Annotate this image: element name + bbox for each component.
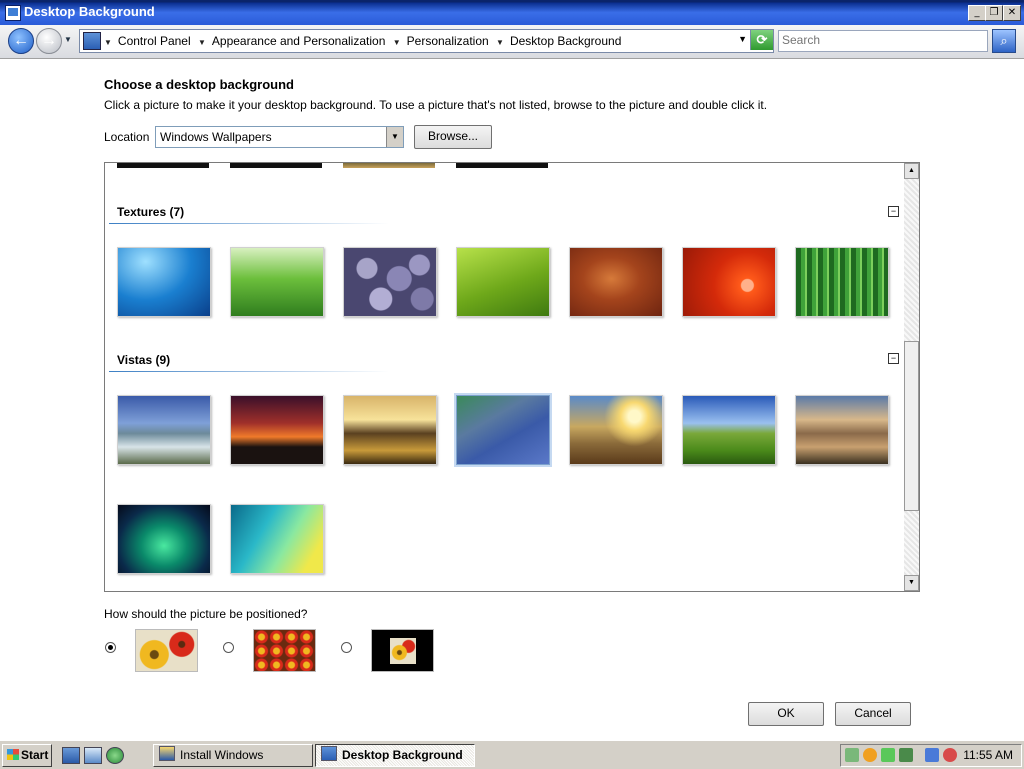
back-button[interactable]: ← xyxy=(8,28,34,54)
breadcrumb-separator-icon[interactable]: ▼ xyxy=(198,38,206,47)
clock[interactable]: 11:55 AM xyxy=(963,748,1013,762)
desktop-background-icon xyxy=(321,746,337,761)
search-icon: ⌕ xyxy=(1000,33,1008,48)
thumbnail-green-bamboo[interactable] xyxy=(795,247,889,317)
location-select[interactable]: Windows Wallpapers ▼ xyxy=(155,126,404,148)
partial-thumbnail[interactable] xyxy=(117,163,209,168)
wallpaper-gallery: Textures (7) − Vistas (9) − ▲ ▼ xyxy=(104,162,920,592)
thumbnail-palm-frond[interactable] xyxy=(456,395,550,465)
search-button[interactable]: ⌕ xyxy=(992,29,1016,53)
close-button[interactable]: ✕ xyxy=(1003,5,1021,21)
gallery-scrollbar[interactable]: ▲ ▼ xyxy=(904,163,919,591)
restore-button[interactable]: ❐ xyxy=(985,5,1003,21)
location-label: Location xyxy=(104,130,150,144)
show-desktop-icon[interactable] xyxy=(62,747,80,764)
minimize-button[interactable]: _ xyxy=(968,5,986,21)
thumbnail-red-flower[interactable] xyxy=(682,247,776,317)
position-center-image[interactable] xyxy=(371,629,434,672)
address-bar[interactable]: ▼ Control Panel ▼ Appearance and Personali… xyxy=(79,29,774,53)
media-player-icon[interactable] xyxy=(106,747,124,764)
scroll-down-icon[interactable]: ▼ xyxy=(904,575,919,591)
thumbnail-aurora[interactable] xyxy=(117,504,211,574)
task-label: Install Windows xyxy=(180,748,264,762)
breadcrumb-separator-icon[interactable]: ▼ xyxy=(393,38,401,47)
thumbnail-wood-texture[interactable] xyxy=(569,247,663,317)
scroll-up-icon[interactable]: ▲ xyxy=(904,163,919,179)
thumbnail-vista-aero[interactable] xyxy=(230,504,324,574)
explorer-icon[interactable] xyxy=(84,747,102,764)
connection-icon[interactable] xyxy=(899,748,913,762)
position-tile-image[interactable] xyxy=(253,629,316,672)
window-icon xyxy=(5,5,21,21)
install-windows-icon xyxy=(159,746,175,761)
thumbnail-underwater-fish[interactable] xyxy=(117,247,211,317)
navigation-bar: ← → ▼ ▼ Control Panel ▼ Appearance and Per… xyxy=(0,25,1024,59)
collapse-vistas-icon[interactable]: − xyxy=(888,353,899,364)
group-title-vistas: Vistas (9) xyxy=(117,353,171,367)
thumbnail-mountain-lake[interactable] xyxy=(117,395,211,465)
partial-thumbnail[interactable] xyxy=(343,163,435,168)
control-panel-icon xyxy=(83,32,101,50)
window-title: Desktop Background xyxy=(24,4,155,19)
system-tray: 11:55 AM xyxy=(840,744,1022,767)
task-install-windows[interactable]: Install Windows xyxy=(153,744,313,767)
network-icon[interactable] xyxy=(845,748,859,762)
refresh-button[interactable]: ⟳ xyxy=(750,30,773,50)
breadcrumb-appearance[interactable]: Appearance and Personalization xyxy=(212,34,385,48)
thumbnail-rocky-shore[interactable] xyxy=(343,395,437,465)
chevron-down-icon[interactable]: ▼ xyxy=(386,127,403,147)
group-divider xyxy=(109,371,389,372)
breadcrumb-control-panel[interactable]: Control Panel xyxy=(118,34,191,48)
windows-logo-icon xyxy=(7,749,19,760)
group-title-textures: Textures (7) xyxy=(117,205,185,219)
address-dropdown-icon[interactable]: ▼ xyxy=(738,34,747,44)
forward-button[interactable]: → xyxy=(36,28,62,54)
breadcrumb: ▼ Control Panel ▼ Appearance and Personali… xyxy=(104,34,625,48)
partial-thumbnail[interactable] xyxy=(456,163,548,168)
thumbnail-green-grass[interactable] xyxy=(230,247,324,317)
browse-button[interactable]: Browse... xyxy=(414,125,492,149)
breadcrumb-personalization[interactable]: Personalization xyxy=(407,34,489,48)
thumbnail-wheat-field-sunset[interactable] xyxy=(569,395,663,465)
breadcrumb-desktop-background[interactable]: Desktop Background xyxy=(510,34,621,48)
security-alert-icon[interactable] xyxy=(863,748,877,762)
recent-pages-dropdown[interactable]: ▼ xyxy=(64,35,72,44)
page-description: Click a picture to make it your desktop … xyxy=(104,98,768,112)
ok-button[interactable]: OK xyxy=(748,702,824,726)
radio-fit-to-screen[interactable] xyxy=(105,642,116,653)
partial-thumbnail[interactable] xyxy=(230,163,322,168)
volume-muted-icon[interactable] xyxy=(943,748,957,762)
group-divider xyxy=(109,223,389,224)
cancel-button[interactable]: Cancel xyxy=(835,702,911,726)
breadcrumb-separator-icon[interactable]: ▼ xyxy=(104,38,112,47)
position-label: How should the picture be positioned? xyxy=(104,607,308,621)
search-box[interactable] xyxy=(778,30,988,52)
breadcrumb-separator-icon[interactable]: ▼ xyxy=(496,38,504,47)
position-fit-image[interactable] xyxy=(135,629,198,672)
thumbnail-dusk-silhouette[interactable] xyxy=(230,395,324,465)
thumbnail-green-leaf[interactable] xyxy=(456,247,550,317)
update-icon[interactable] xyxy=(881,748,895,762)
start-button[interactable]: Start xyxy=(2,744,52,767)
task-label: Desktop Background xyxy=(342,748,463,762)
taskbar: Start Install Windows Desktop Background… xyxy=(0,740,1024,769)
task-desktop-background[interactable]: Desktop Background xyxy=(315,744,475,767)
thumbnail-purple-stones[interactable] xyxy=(343,247,437,317)
scrollbar-thumb[interactable] xyxy=(904,341,919,511)
collapse-textures-icon[interactable]: − xyxy=(888,206,899,217)
location-value: Windows Wallpapers xyxy=(160,130,272,144)
search-input[interactable] xyxy=(779,31,982,49)
page-title: Choose a desktop background xyxy=(104,77,294,92)
thumbnail-green-hills[interactable] xyxy=(682,395,776,465)
start-label: Start xyxy=(21,748,49,762)
display-icon[interactable] xyxy=(925,748,939,762)
thumbnail-canyon-reflection[interactable] xyxy=(795,395,889,465)
radio-center[interactable] xyxy=(341,642,352,653)
title-bar: Desktop Background _ ❐ ✕ xyxy=(0,0,1024,25)
radio-tile[interactable] xyxy=(223,642,234,653)
